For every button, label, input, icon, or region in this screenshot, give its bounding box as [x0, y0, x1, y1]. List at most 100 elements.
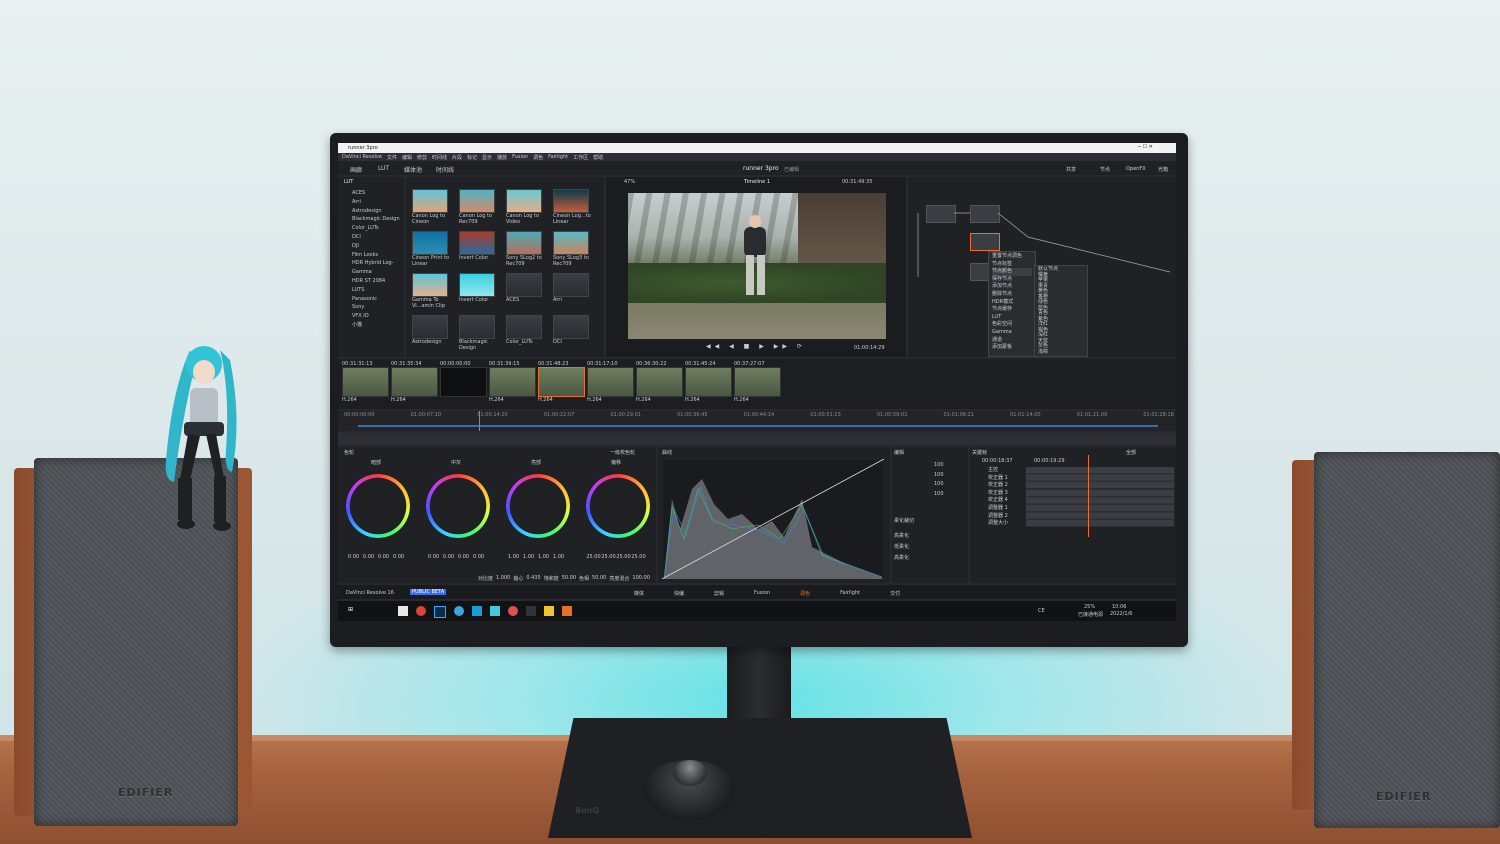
lut-thumb[interactable]: Invert Color — [459, 231, 506, 267]
keyframe-playhead[interactable] — [1088, 455, 1089, 537]
lut-folder[interactable]: DJI — [352, 242, 404, 251]
menu-item[interactable]: 工作区 — [573, 154, 588, 161]
lut-thumb[interactable]: Cineon Log...to Linear — [553, 189, 600, 225]
menu-item[interactable]: 播放 — [497, 154, 507, 161]
clock-date[interactable]: 2022/1/6 — [1110, 611, 1132, 617]
page-tab-cut[interactable]: 快编 — [674, 590, 684, 597]
lut-folder-thumb[interactable]: Astrodesign — [412, 315, 459, 351]
wheel-lift[interactable]: 暗部 0.00 0.00 0.00 0.00 — [346, 459, 410, 560]
lut-folder[interactable]: ACES — [352, 189, 404, 198]
gallery-tab[interactable]: 画廊 — [350, 165, 362, 174]
lut-thumb[interactable]: Canon Log to Rec709 — [459, 189, 506, 225]
lut-thumb[interactable]: Canon Log to Video — [506, 189, 553, 225]
lut-folder-thumb[interactable]: DCI — [553, 315, 600, 351]
menu-item[interactable]: 文件 — [387, 154, 397, 161]
wheel-gain[interactable]: 亮部 1.00 1.00 1.00 1.00 — [506, 459, 570, 560]
timeline-tab[interactable]: 时间线 — [436, 165, 454, 174]
app-icon[interactable] — [562, 606, 572, 616]
menu-item[interactable]: 显示 — [482, 154, 492, 161]
lut-folder-thumb[interactable]: Blackmagic Design — [459, 315, 506, 351]
menu-item[interactable]: Fairlight — [548, 154, 568, 161]
page-tab-deliver[interactable]: 交付 — [890, 590, 900, 597]
menu-item[interactable]: Fusion — [512, 154, 528, 161]
timeline-selector[interactable]: Timeline 1 — [744, 179, 770, 185]
lut-tab[interactable]: LUT — [378, 165, 389, 172]
lut-folder[interactable]: Color_LUTs — [352, 224, 404, 233]
lut-thumb[interactable]: Gamma To Vi...amin Clip — [412, 273, 459, 309]
steam-icon[interactable] — [472, 606, 482, 616]
lut-thumb[interactable]: Canon Log to Cineon — [412, 189, 459, 225]
lut-folder-thumb[interactable]: Arri — [553, 273, 600, 309]
page-tab-fairlight[interactable]: Fairlight — [840, 590, 860, 597]
media-pool-tab[interactable]: 媒体池 — [404, 165, 422, 174]
openfx-button[interactable]: OpenFX — [1126, 166, 1146, 172]
share-button[interactable]: 共享 — [1066, 166, 1076, 173]
clip[interactable]: 00:31:35:34 H.264 — [391, 361, 438, 403]
app-icon[interactable] — [490, 606, 500, 616]
menu-option[interactable]: Gamma — [992, 329, 1032, 337]
lut-root[interactable]: LUT — [344, 179, 353, 185]
viewer-zoom[interactable]: 47% — [624, 179, 635, 185]
input-language[interactable]: CE — [1038, 608, 1045, 614]
clip[interactable]: 00:31:17:10 H.264 — [587, 361, 634, 403]
page-tab-media[interactable]: 媒体 — [634, 590, 644, 597]
start-icon[interactable]: ⊞ — [348, 606, 353, 613]
lut-folder-thumb[interactable]: ACES — [506, 273, 553, 309]
keyframe-mode[interactable]: 全部 — [1126, 449, 1136, 456]
menu-item[interactable]: 片段 — [452, 154, 462, 161]
lut-folder[interactable]: HDR ST 2084 — [352, 277, 404, 286]
browser-icon[interactable] — [454, 606, 464, 616]
lut-folder[interactable]: Panasonic — [352, 295, 404, 304]
window-controls[interactable]: ─ ☐ ✕ — [1138, 144, 1153, 150]
lut-thumb[interactable]: Invert Color — [459, 273, 506, 309]
menu-option[interactable]: 节点缓存 — [992, 306, 1032, 314]
submenu-option[interactable]: 浅棕 — [1038, 349, 1084, 356]
menu-item[interactable]: 调色 — [533, 154, 543, 161]
lut-thumb[interactable]: Sony SLog2 to Rec709 — [506, 231, 553, 267]
page-tab-fusion[interactable]: Fusion — [754, 590, 770, 597]
menu-option[interactable]: 添加节点 — [992, 283, 1032, 291]
lut-folder[interactable]: Film Looks — [352, 251, 404, 260]
lut-folder[interactable]: 小猫 — [352, 321, 404, 330]
lut-folder[interactable]: HDR Hybrid Log-Gamma — [352, 259, 404, 277]
explorer-icon[interactable] — [398, 606, 408, 616]
clip[interactable]: 00:00:00:00 — [440, 361, 487, 403]
mini-timeline[interactable]: 00:00:00:00 01:00:07:10 01:00:14:20 01:00:2… — [338, 411, 1176, 431]
lut-folder[interactable]: DCI — [352, 233, 404, 242]
wheel-gamma[interactable]: 中灰 0.00 0.00 0.00 0.00 — [426, 459, 490, 560]
photoshop-icon[interactable] — [434, 606, 446, 618]
app-icon[interactable] — [508, 606, 518, 616]
clip[interactable]: 00:36:30:22 H.264 — [636, 361, 683, 403]
menu-option[interactable]: 通道 — [992, 337, 1032, 345]
transport-controls[interactable]: ◀◀ ◀ ■ ▶ ▶▶ ⟳ — [706, 343, 806, 350]
menu-option[interactable]: 添加蒙板 — [992, 344, 1032, 352]
page-tab-edit[interactable]: 剪辑 — [714, 590, 724, 597]
menu-option[interactable]: 删除节点 — [992, 291, 1032, 299]
menu-item[interactable]: 修剪 — [417, 154, 427, 161]
clock-time[interactable]: 10:06 — [1112, 604, 1126, 610]
menu-item[interactable]: 标记 — [467, 154, 477, 161]
menu-option[interactable]: 色彩空间 — [992, 321, 1032, 329]
node-button[interactable]: 节点 — [1100, 166, 1110, 173]
app-icon[interactable] — [526, 606, 536, 616]
lut-folder[interactable]: Astrodesign — [352, 207, 404, 216]
menu-option[interactable]: 重置节点调色 — [992, 253, 1032, 261]
chrome-icon[interactable] — [416, 606, 426, 616]
lut-folder[interactable]: Blackmagic Design — [352, 215, 404, 224]
lut-thumb[interactable]: Cineon Print to Linear — [412, 231, 459, 267]
page-tab-color[interactable]: 调色 — [800, 590, 810, 597]
curve-graph[interactable] — [662, 459, 884, 579]
menu-item[interactable]: DaVinci Resolve — [342, 154, 382, 161]
clip[interactable]: 00:31:39:15 H.264 — [489, 361, 536, 403]
lut-folder[interactable]: Arri — [352, 198, 404, 207]
clip[interactable]: 00:37:27:07 H.264 — [734, 361, 781, 403]
lut-thumb[interactable]: Sony SLog3 to Rec709 — [553, 231, 600, 267]
wheel-offset[interactable]: 偏移 25.00 25.00 25.00 25.00 — [586, 459, 650, 560]
menu-item[interactable]: 时间线 — [432, 154, 447, 161]
menu-item[interactable]: 帮助 — [593, 154, 603, 161]
wheels-mode[interactable]: 一级校色轮 — [610, 449, 635, 456]
lightbox-button[interactable]: 光箱 — [1158, 166, 1168, 173]
menu-item[interactable]: 编辑 — [402, 154, 412, 161]
folder-icon[interactable] — [544, 606, 554, 616]
clip[interactable]: 00:31:45:24 H.264 — [685, 361, 732, 403]
